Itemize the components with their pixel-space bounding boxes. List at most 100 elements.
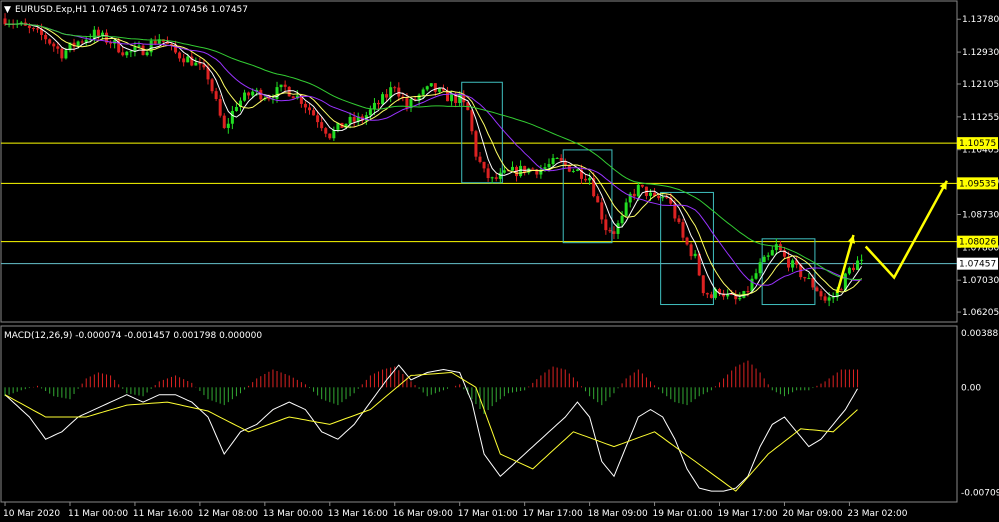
candle-body <box>153 40 157 44</box>
time-tick-label: 16 Mar 09:00 <box>393 509 453 519</box>
candle-body <box>247 92 251 96</box>
candle-body <box>754 273 758 279</box>
time-tick-label: 20 Mar 09:00 <box>782 509 842 519</box>
candle-body <box>76 41 80 47</box>
candle-body <box>312 110 316 116</box>
candle-body <box>92 29 96 39</box>
candle-body <box>27 25 31 28</box>
candle-body <box>787 256 791 268</box>
candle-body <box>186 56 190 63</box>
candle-body <box>348 116 352 124</box>
time-tick-label: 17 Mar 01:00 <box>458 509 518 519</box>
candle-body <box>230 110 234 124</box>
candle-body <box>385 94 389 98</box>
candle-body <box>681 222 685 238</box>
candle-body <box>44 34 48 40</box>
price-tick-label: 1.08730 <box>962 210 999 220</box>
candle-body <box>393 87 397 89</box>
candle-body <box>222 115 226 128</box>
candle-body <box>234 106 238 111</box>
candle-body <box>608 230 612 232</box>
candle-body <box>649 192 653 196</box>
candle-body <box>847 267 851 274</box>
candle-body <box>474 131 478 157</box>
candle-body <box>705 293 709 295</box>
price-tick-label: 1.07030 <box>962 276 999 286</box>
time-tick-label: 13 Mar 00:00 <box>263 509 323 519</box>
candle-body <box>831 297 835 299</box>
candle-body <box>129 51 133 53</box>
candle-body <box>372 102 376 110</box>
candle-body <box>588 178 592 181</box>
candle-body <box>596 196 600 203</box>
candle-body <box>555 157 559 159</box>
candle-body <box>48 39 52 44</box>
time-tick-label: 13 Mar 16:00 <box>328 509 388 519</box>
candle-body <box>425 86 429 90</box>
candle-body <box>791 260 795 268</box>
candle-body <box>450 94 454 102</box>
macd-tick-label: -0.00709 <box>961 488 999 498</box>
candle-body <box>689 244 693 257</box>
level-label-text: 1.08026 <box>959 238 996 248</box>
candle-body <box>819 291 823 297</box>
price-tick-label: 1.06205 <box>962 308 999 318</box>
candle-body <box>226 123 230 128</box>
time-tick-label: 11 Mar 00:00 <box>68 509 128 519</box>
candle-body <box>811 278 815 288</box>
candle-body <box>377 102 381 105</box>
candle-body <box>746 291 750 293</box>
candle-body <box>709 294 713 298</box>
candle-body <box>381 94 385 105</box>
candle-body <box>259 89 263 100</box>
candle-body <box>486 168 490 179</box>
candle-body <box>470 110 474 132</box>
candle-body <box>194 62 198 66</box>
candle-body <box>145 52 149 56</box>
candle-body <box>31 27 35 29</box>
symbol-header: EURUSD.Exp,H1 1.07465 1.07472 1.07456 1.… <box>15 5 248 15</box>
candle-body <box>750 278 754 292</box>
candle-body <box>121 52 125 56</box>
candle-body <box>547 164 551 168</box>
candle-body <box>640 184 644 187</box>
candle-body <box>616 223 620 234</box>
candle-body <box>283 84 287 87</box>
candle-body <box>178 52 182 59</box>
candle-body <box>332 129 336 139</box>
macd-tick-label: 0.003887 <box>961 329 999 339</box>
candle-body <box>815 287 819 292</box>
candle-body <box>551 158 555 165</box>
time-tick-label: 19 Mar 01:00 <box>653 509 713 519</box>
candle-body <box>519 165 523 177</box>
time-tick-label: 17 Mar 17:00 <box>523 509 583 519</box>
candle-body <box>303 103 307 108</box>
candle-body <box>490 177 494 179</box>
candle-body <box>291 96 295 99</box>
candle-body <box>584 178 588 181</box>
price-tick-label: 1.12930 <box>962 48 999 58</box>
candle-body <box>807 278 811 280</box>
candle-body <box>80 41 84 43</box>
candle-body <box>636 184 640 197</box>
time-tick-label: 19 Mar 17:00 <box>718 509 778 519</box>
candle-body <box>685 237 689 245</box>
candle-body <box>851 267 855 271</box>
candle-body <box>531 168 535 170</box>
candle-body <box>214 91 218 100</box>
time-tick-label: 18 Mar 09:00 <box>588 509 648 519</box>
candle-body <box>774 244 778 251</box>
candle-body <box>661 197 665 199</box>
candle-body <box>60 48 64 59</box>
candle-body <box>433 83 437 92</box>
level-label-text: 1.10575 <box>959 139 996 149</box>
candle-body <box>701 275 705 294</box>
candle-body <box>482 161 486 169</box>
trading-chart[interactable]: ▼ EURUSD.Exp,H1 1.07465 1.07472 1.07456 … <box>0 0 999 522</box>
candle-body <box>693 253 697 257</box>
candle-body <box>397 87 401 97</box>
macd-tick-label: 0.00 <box>961 383 981 393</box>
level-label-text: 1.09535 <box>959 179 996 189</box>
candle-body <box>498 172 502 179</box>
candle-body <box>352 116 356 122</box>
